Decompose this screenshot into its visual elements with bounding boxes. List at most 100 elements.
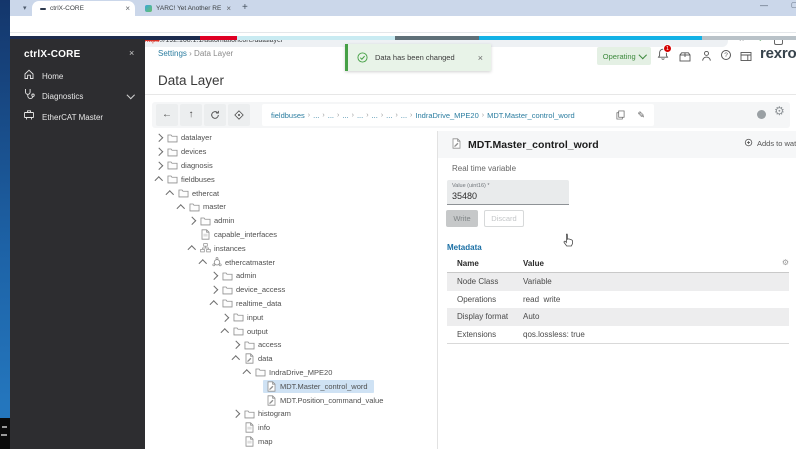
write-button[interactable]: Write <box>446 210 478 227</box>
tree-row[interactable]: datalayer <box>150 131 436 145</box>
path-segment[interactable]: ... <box>372 111 378 120</box>
tree-row[interactable]: histogram <box>150 407 436 421</box>
sidebar-item-diagnostics[interactable]: Diagnostics <box>10 86 145 106</box>
chevron-up-icon[interactable] <box>198 258 208 268</box>
path-segment[interactable]: ... <box>401 111 407 120</box>
tree-row[interactable]: access <box>150 338 436 352</box>
copy-path-icon[interactable] <box>616 110 625 120</box>
tree-node[interactable]: master <box>186 201 232 213</box>
tree-node[interactable]: output <box>230 325 274 337</box>
chevron-right-icon[interactable] <box>220 313 230 322</box>
tree-node[interactable]: capable_interfaces <box>197 228 283 241</box>
tree-node[interactable]: admin <box>219 270 262 282</box>
tree-row[interactable]: instances <box>150 241 436 255</box>
path-segment[interactable]: ... <box>328 111 334 120</box>
tree-row[interactable]: device_access <box>150 283 436 297</box>
tree-node[interactable]: info <box>241 421 276 434</box>
path-segment[interactable]: IndraDrive_MPE20 <box>415 111 478 120</box>
tree-node[interactable]: access <box>241 339 287 351</box>
new-tab-button[interactable]: + <box>242 2 248 13</box>
tree-node[interactable]: realtime_data <box>219 297 287 309</box>
tree-node[interactable]: datalayer <box>164 132 218 144</box>
tree-row[interactable]: ethercat <box>150 186 436 200</box>
operating-state-button[interactable]: Operating <box>597 47 651 65</box>
breadcrumb-settings-link[interactable]: Settings <box>158 49 187 58</box>
tree-row[interactable]: devices <box>150 145 436 159</box>
chevron-up-icon[interactable] <box>165 189 175 199</box>
chevron-right-icon[interactable] <box>231 409 241 418</box>
tree-node[interactable]: MDT.Position_command_value <box>263 394 389 407</box>
settings-gear-icon[interactable]: ⚙ <box>774 105 785 117</box>
tree-row[interactable]: admin <box>150 214 436 228</box>
tree-node[interactable]: fieldbuses <box>164 173 221 185</box>
tree-node[interactable]: devices <box>164 146 212 158</box>
path-segment[interactable]: fieldbuses <box>271 111 305 120</box>
apps-panel-icon[interactable] <box>740 51 752 62</box>
tree-node[interactable]: data <box>241 352 279 365</box>
tree-row[interactable]: MDT.Position_command_value <box>150 393 436 407</box>
deploy-box-icon[interactable] <box>679 51 691 62</box>
metadata-link[interactable]: Metadata <box>447 243 482 252</box>
edit-path-icon[interactable]: ✎ <box>637 110 645 120</box>
sidebar-close-icon[interactable]: × <box>129 48 134 58</box>
tree-node[interactable]: device_access <box>219 284 291 296</box>
toast-close-icon[interactable]: × <box>478 53 483 63</box>
browser-tab-inactive[interactable]: YARC! Yet Another REST Client × <box>139 1 236 16</box>
tree-node[interactable]: diagnosis <box>164 159 219 171</box>
tree-row[interactable]: input <box>150 310 436 324</box>
tree-row[interactable]: map <box>150 435 436 449</box>
tab-close-icon[interactable]: × <box>226 4 231 13</box>
path-segment[interactable]: ... <box>357 111 363 120</box>
chevron-right-icon[interactable] <box>154 161 164 170</box>
tree-node[interactable]: input <box>230 311 269 323</box>
chevron-up-icon[interactable] <box>242 368 252 378</box>
help-icon[interactable]: ? <box>721 50 731 60</box>
tree-node[interactable]: map <box>241 435 279 448</box>
chevron-right-icon[interactable] <box>231 340 241 349</box>
discard-button[interactable]: Discard <box>484 210 524 227</box>
tree-row[interactable]: fieldbuses <box>150 172 436 186</box>
table-settings-icon[interactable]: ⚙ <box>782 259 789 267</box>
tree-row[interactable]: master <box>150 200 436 214</box>
chevron-up-icon[interactable] <box>220 327 230 337</box>
tree-node[interactable]: instances <box>197 242 252 254</box>
tree-node[interactable]: ethercatmaster <box>208 256 281 268</box>
tree-row[interactable]: realtime_data <box>150 297 436 311</box>
window-maximize-icon[interactable]: ▢ <box>791 1 796 9</box>
chevron-right-icon[interactable] <box>209 271 219 280</box>
window-minimize-icon[interactable]: — <box>760 1 768 10</box>
tree-row[interactable]: diagnosis <box>150 159 436 173</box>
path-segment[interactable]: ... <box>386 111 392 120</box>
chevron-up-icon[interactable] <box>209 299 219 309</box>
value-input[interactable]: Value (uint16) * 35480 <box>447 180 569 205</box>
chevron-up-icon[interactable] <box>176 203 186 213</box>
tree-row[interactable]: info <box>150 421 436 435</box>
tree-row[interactable]: IndraDrive_MPE20 <box>150 366 436 380</box>
tree-row[interactable]: capable_interfaces <box>150 228 436 242</box>
tree-row[interactable]: admin <box>150 269 436 283</box>
chevron-right-icon[interactable] <box>154 147 164 156</box>
nav-up-button[interactable]: ↑ <box>180 104 202 126</box>
status-circle-icon[interactable] <box>757 110 766 119</box>
chevron-up-icon[interactable] <box>154 175 164 185</box>
sidebar-item-home[interactable]: Home <box>10 66 145 86</box>
browser-tab-active[interactable]: ctrlX-CORE × <box>32 1 135 16</box>
chevron-up-icon[interactable] <box>187 244 197 254</box>
tree-node[interactable]: histogram <box>241 408 297 420</box>
tab-search-caret-icon[interactable]: ▾ <box>23 4 27 12</box>
tree-node[interactable]: ethercat <box>175 187 225 199</box>
user-icon[interactable] <box>701 50 712 62</box>
tree-node[interactable]: admin <box>197 215 240 227</box>
chevron-up-icon[interactable] <box>231 354 241 365</box>
refresh-button[interactable] <box>204 104 226 126</box>
tree-node[interactable]: IndraDrive_MPE20 <box>252 366 338 378</box>
tab-close-icon[interactable]: × <box>125 4 130 13</box>
chevron-right-icon[interactable] <box>209 285 219 294</box>
chevron-right-icon[interactable] <box>187 216 197 225</box>
chevron-right-icon[interactable] <box>154 134 164 142</box>
locate-node-button[interactable] <box>228 104 250 126</box>
tree-row[interactable]: MDT.Master_control_word <box>150 379 436 393</box>
node-path-bar[interactable]: fieldbuses ›... ›... ›... ›... ›... ›... ›... › I… <box>262 104 654 126</box>
path-segment[interactable]: ... <box>313 111 319 120</box>
tree-row[interactable]: ethercatmaster <box>150 255 436 269</box>
